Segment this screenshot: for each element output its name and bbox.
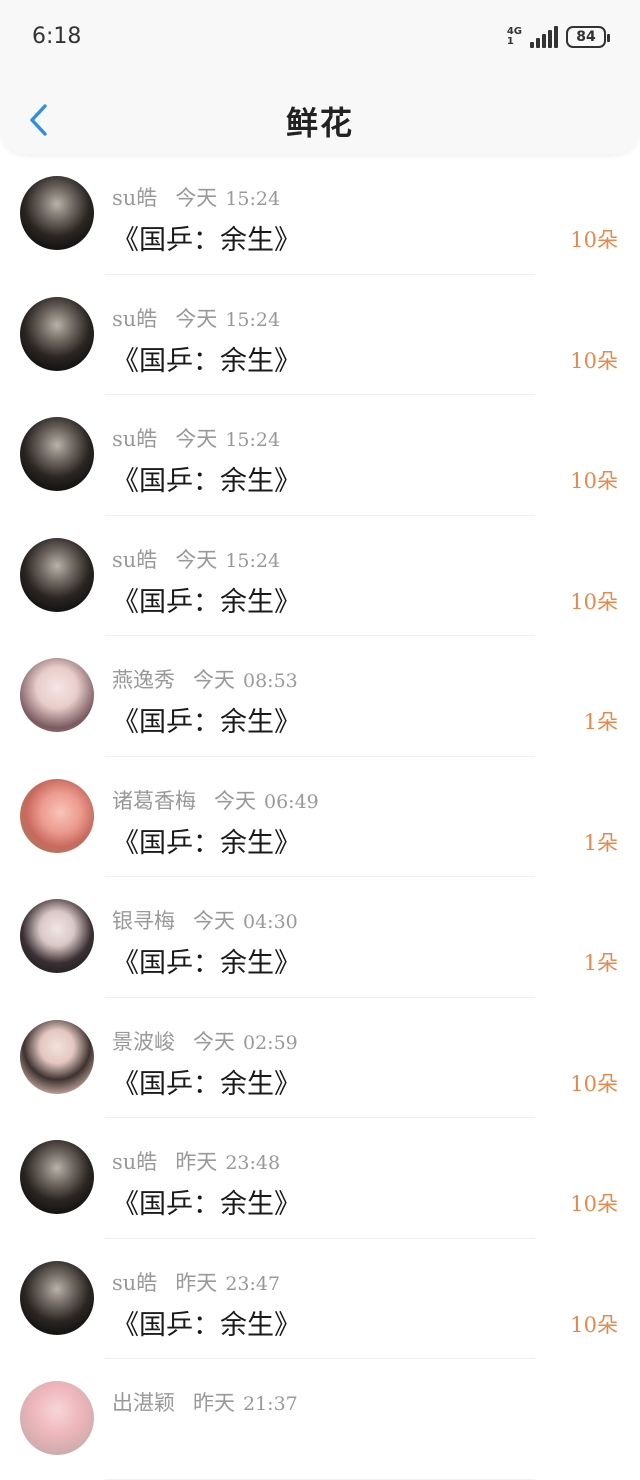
- sender-meta: 燕逸秀 今天 08:53: [112, 664, 298, 694]
- book-title: 《国乒：余生》: [112, 1068, 301, 1100]
- list-item[interactable]: su皓 今天 15:24 《国乒：余生》 10朵: [0, 275, 640, 395]
- sender-meta: 景波峻 今天 02:59: [112, 1026, 298, 1056]
- gift-time: 23:48: [225, 1152, 281, 1174]
- avatar[interactable]: [20, 296, 94, 371]
- sender-name[interactable]: su皓: [112, 548, 157, 572]
- sender-name[interactable]: 燕逸秀: [112, 668, 175, 692]
- book-title: 《国乒：余生》: [112, 827, 301, 859]
- sender-meta: su皓 今天 15:24: [112, 423, 280, 453]
- gift-time: 15:24: [225, 429, 281, 451]
- gift-day: 今天: [193, 909, 235, 933]
- book-title: 《国乒：余生》: [112, 948, 301, 979]
- sender-name[interactable]: su皓: [112, 307, 157, 331]
- gift-day: 今天: [175, 547, 218, 572]
- gift-day: 昨天: [175, 1150, 218, 1174]
- sender-meta: su皓 昨天 23:47: [112, 1267, 280, 1297]
- avatar[interactable]: [20, 1019, 94, 1094]
- book-title: 《国乒：余生》: [112, 1189, 301, 1220]
- book-title: 《国乒：余生》: [112, 225, 301, 256]
- gift-day: 今天: [214, 788, 256, 813]
- sender-meta: su皓 今天 15:24: [112, 544, 280, 574]
- network-indicator: 4G 1: [507, 27, 522, 47]
- list-item[interactable]: su皓 昨天 23:48 《国乒：余生》 10朵: [0, 1118, 640, 1239]
- book-title: 《国乒：余生》: [112, 1309, 301, 1341]
- gift-day: 今天: [193, 668, 235, 692]
- gift-time: 15:24: [225, 549, 281, 572]
- avatar[interactable]: [20, 1381, 94, 1455]
- gift-day: 昨天: [175, 1270, 218, 1295]
- top-bar: 6:18 4G 1 84 鲜花: [0, 0, 640, 154]
- sender-meta: 诸葛香梅 今天 06:49: [112, 785, 319, 815]
- status-time: 6:18: [32, 24, 82, 49]
- gift-time: 21:37: [243, 1393, 298, 1415]
- sender-meta: 出湛颖 昨天 21:37: [112, 1387, 298, 1417]
- flower-count: 1朵: [583, 830, 618, 855]
- list-item[interactable]: 景波峻 今天 02:59 《国乒：余生》 10朵: [0, 998, 640, 1118]
- gift-day: 今天: [193, 1029, 235, 1054]
- gift-time: 02:59: [243, 1031, 298, 1054]
- flower-count: 10朵: [570, 469, 618, 493]
- sender-name[interactable]: 出湛颖: [112, 1391, 175, 1415]
- sender-meta: 银寻梅 今天 04:30: [112, 905, 298, 935]
- sender-name[interactable]: su皓: [112, 427, 157, 451]
- avatar[interactable]: [20, 899, 94, 973]
- gift-day: 今天: [175, 186, 218, 210]
- gift-day: 今天: [175, 306, 218, 331]
- list-item[interactable]: su皓 今天 15:24 《国乒：余生》 10朵: [0, 516, 640, 636]
- list-item[interactable]: 燕逸秀 今天 08:53 《国乒：余生》 1朵: [0, 636, 640, 757]
- sender-name[interactable]: su皓: [112, 1150, 157, 1174]
- sender-name[interactable]: 诸葛香梅: [112, 789, 196, 813]
- sender-name[interactable]: su皓: [112, 1271, 157, 1295]
- sender-name[interactable]: 景波峻: [112, 1030, 175, 1054]
- network-sub-label: 1: [506, 36, 514, 47]
- sender-meta: su皓 今天 15:24: [112, 182, 280, 212]
- list-item[interactable]: su皓 今天 15:24 《国乒：余生》 10朵: [0, 154, 640, 275]
- flower-count: 10朵: [570, 1192, 618, 1216]
- book-title: 《国乒：余生》: [112, 345, 301, 377]
- flower-list: su皓 今天 15:24 《国乒：余生》 10朵 su皓 今天 15:24 《国乒：余生》 10朵…: [0, 154, 640, 1480]
- book-title: 《国乒：余生》: [112, 707, 301, 738]
- flower-count: 10朵: [570, 589, 618, 614]
- avatar[interactable]: [20, 176, 94, 250]
- sender-meta: su皓 今天 15:24: [112, 303, 280, 333]
- list-item[interactable]: su皓 昨天 23:47 《国乒：余生》 10朵: [0, 1239, 640, 1359]
- list-item[interactable]: su皓 今天 15:24 《国乒：余生》 10朵: [0, 395, 640, 516]
- book-title: 《国乒：余生》: [112, 586, 301, 618]
- gift-time: 04:30: [243, 911, 298, 933]
- list-item[interactable]: 出湛颖 昨天 21:37: [0, 1359, 640, 1480]
- flower-count: 10朵: [570, 228, 618, 252]
- gift-day: 昨天: [193, 1391, 235, 1415]
- status-icons: 4G 1 84: [507, 26, 610, 48]
- signal-icon: [530, 26, 558, 48]
- gift-time: 06:49: [264, 790, 319, 813]
- sender-name[interactable]: 银寻梅: [112, 909, 175, 933]
- gift-time: 15:24: [225, 188, 281, 210]
- page-title: 鲜花: [285, 104, 354, 142]
- flower-count: 10朵: [570, 1071, 618, 1096]
- gift-time: 08:53: [243, 670, 298, 692]
- sender-meta: su皓 昨天 23:48: [112, 1146, 280, 1176]
- flower-count: 10朵: [570, 348, 618, 373]
- sender-name[interactable]: su皓: [112, 186, 157, 210]
- divider: [105, 1478, 535, 1480]
- flower-count: 1朵: [583, 951, 618, 975]
- gift-day: 今天: [175, 427, 218, 451]
- battery-level: 84: [576, 29, 596, 45]
- avatar[interactable]: [20, 417, 94, 491]
- list-item[interactable]: 银寻梅 今天 04:30 《国乒：余生》 1朵: [0, 877, 640, 998]
- gift-time: 15:24: [225, 308, 281, 331]
- avatar[interactable]: [20, 658, 94, 732]
- list-item[interactable]: 诸葛香梅 今天 06:49 《国乒：余生》 1朵: [0, 757, 640, 877]
- avatar[interactable]: [20, 778, 94, 853]
- flower-count: 1朵: [583, 710, 618, 734]
- avatar[interactable]: [20, 537, 94, 612]
- avatar[interactable]: [20, 1140, 94, 1214]
- avatar[interactable]: [20, 1260, 94, 1335]
- flower-count: 10朵: [570, 1312, 618, 1337]
- gift-time: 23:47: [225, 1272, 281, 1295]
- battery-icon: 84: [566, 26, 610, 48]
- book-title: 《国乒：余生》: [112, 466, 301, 497]
